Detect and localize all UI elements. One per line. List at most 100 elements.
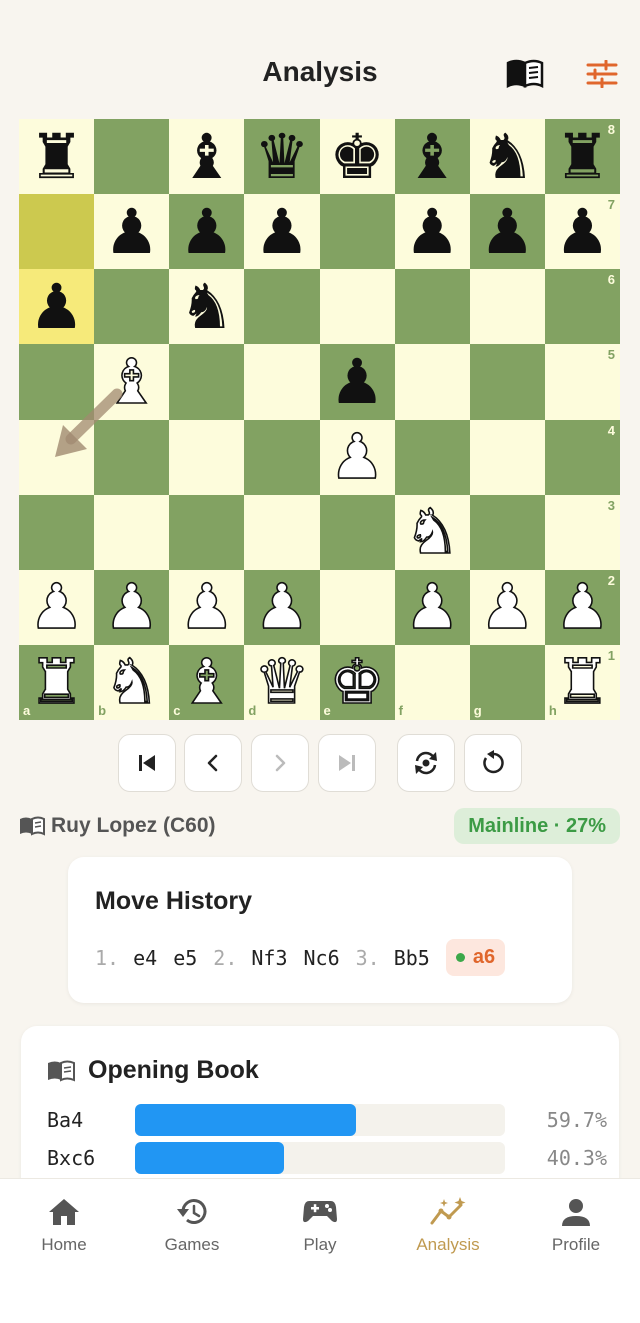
white-pawn-icon[interactable]: ♟ (178, 575, 235, 639)
reset-button[interactable] (464, 734, 522, 792)
white-pawn-icon[interactable]: ♟ (404, 575, 461, 639)
move[interactable]: Nc6 (304, 946, 340, 970)
prev-move-button[interactable] (184, 734, 242, 792)
nav-analysis[interactable]: Analysis (384, 1179, 512, 1269)
last-move-button[interactable] (318, 734, 376, 792)
move[interactable]: e4 (133, 946, 157, 970)
square-b4[interactable] (94, 419, 170, 495)
square-d1[interactable]: ♛ d (244, 644, 320, 720)
square-e1[interactable]: ♚ e (319, 644, 395, 720)
white-pawn-icon[interactable]: ♟ (253, 575, 310, 639)
move[interactable]: Nf3 (251, 946, 287, 970)
square-f7[interactable]: ♟ (394, 194, 470, 270)
square-d2[interactable]: ♟ (244, 569, 320, 645)
square-g5[interactable] (469, 344, 545, 420)
square-a2[interactable]: ♟ (19, 569, 95, 645)
square-b2[interactable]: ♟ (94, 569, 170, 645)
black-pawn-icon[interactable]: ♟ (555, 200, 611, 263)
square-e6[interactable] (319, 269, 395, 345)
black-queen-icon[interactable]: ♛ (254, 125, 310, 188)
square-g1[interactable]: g (469, 644, 545, 720)
square-a3[interactable] (19, 494, 95, 570)
next-move-button[interactable] (251, 734, 309, 792)
square-b7[interactable]: ♟ (94, 194, 170, 270)
current-move[interactable]: a6 (445, 939, 506, 976)
square-c1[interactable]: ♝ c (169, 644, 245, 720)
square-h1[interactable]: ♜ 1 h (544, 644, 620, 720)
black-bishop-icon[interactable]: ♝ (179, 125, 235, 188)
square-h5[interactable]: 5 (544, 344, 620, 420)
square-f3[interactable]: ♞ (394, 494, 470, 570)
black-pawn-icon[interactable]: ♟ (179, 200, 235, 263)
black-knight-icon[interactable]: ♞ (179, 275, 235, 338)
black-pawn-icon[interactable]: ♟ (254, 200, 310, 263)
black-pawn-icon[interactable]: ♟ (329, 350, 385, 413)
move[interactable]: e5 (173, 946, 197, 970)
square-e2[interactable] (319, 569, 395, 645)
square-g3[interactable] (469, 494, 545, 570)
square-e8[interactable]: ♚ (319, 119, 395, 195)
black-knight-icon[interactable]: ♞ (480, 125, 536, 188)
first-move-button[interactable] (118, 734, 176, 792)
nav-profile[interactable]: Profile (512, 1179, 640, 1269)
nav-home[interactable]: Home (0, 1179, 128, 1269)
square-g6[interactable] (469, 269, 545, 345)
square-d5[interactable] (244, 344, 320, 420)
square-a4[interactable] (19, 419, 95, 495)
square-e7[interactable] (319, 194, 395, 270)
square-c3[interactable] (169, 494, 245, 570)
square-d3[interactable] (244, 494, 320, 570)
square-e3[interactable] (319, 494, 395, 570)
square-f2[interactable]: ♟ (394, 569, 470, 645)
square-b3[interactable] (94, 494, 170, 570)
white-knight-icon[interactable]: ♞ (404, 500, 461, 564)
square-a6[interactable]: ♟ (19, 269, 95, 345)
square-f8[interactable]: ♝ (394, 119, 470, 195)
flip-board-button[interactable] (397, 734, 455, 792)
square-c7[interactable]: ♟ (169, 194, 245, 270)
square-a5[interactable] (19, 344, 95, 420)
black-bishop-icon[interactable]: ♝ (404, 125, 460, 188)
square-c5[interactable] (169, 344, 245, 420)
move[interactable]: Bb5 (394, 946, 430, 970)
sliders-icon[interactable] (582, 54, 622, 94)
square-b1[interactable]: ♞ b (94, 644, 170, 720)
white-pawn-icon[interactable]: ♟ (479, 575, 536, 639)
square-h2[interactable]: ♟ 2 (544, 569, 620, 645)
square-d6[interactable] (244, 269, 320, 345)
black-rook-icon[interactable]: ♜ (29, 125, 85, 188)
square-b8[interactable] (94, 119, 170, 195)
square-f5[interactable] (394, 344, 470, 420)
square-g7[interactable]: ♟ (469, 194, 545, 270)
white-king-icon[interactable]: ♚ (328, 650, 385, 714)
nav-play[interactable]: Play (256, 1179, 384, 1269)
square-d8[interactable]: ♛ (244, 119, 320, 195)
white-pawn-icon[interactable]: ♟ (554, 575, 611, 639)
square-e5[interactable]: ♟ (319, 344, 395, 420)
chess-board[interactable]: ♜ ♝ ♛ ♚ ♝ ♞ ♜ 8 ♟ ♟ ♟ ♟ ♟ ♟ 7 ♟ ♞ 6 ♝ ♟ 5 ♟ 4 ♞ 3 ♟ ♟ ♟ ♟ ♟ ♟ ♟ 2 ♜ a ♞ b ♝ c ♛… (19, 119, 620, 720)
square-b5[interactable]: ♝ (94, 344, 170, 420)
square-a1[interactable]: ♜ a (19, 644, 95, 720)
white-queen-icon[interactable]: ♛ (253, 650, 310, 714)
white-bishop-icon[interactable]: ♝ (103, 350, 160, 414)
square-a7[interactable] (19, 194, 95, 270)
square-a8[interactable]: ♜ (19, 119, 95, 195)
square-e4[interactable]: ♟ (319, 419, 395, 495)
black-rook-icon[interactable]: ♜ (555, 125, 611, 188)
square-f6[interactable] (394, 269, 470, 345)
square-h7[interactable]: ♟ 7 (544, 194, 620, 270)
square-d4[interactable] (244, 419, 320, 495)
black-pawn-icon[interactable]: ♟ (29, 275, 85, 338)
book-row[interactable]: Ba4 59.7% (47, 1104, 607, 1136)
square-c6[interactable]: ♞ (169, 269, 245, 345)
white-rook-icon[interactable]: ♜ (28, 650, 85, 714)
square-h8[interactable]: ♜ 8 (544, 119, 620, 195)
square-f1[interactable]: f (394, 644, 470, 720)
square-c2[interactable]: ♟ (169, 569, 245, 645)
square-g4[interactable] (469, 419, 545, 495)
square-h6[interactable]: 6 (544, 269, 620, 345)
square-g2[interactable]: ♟ (469, 569, 545, 645)
square-f4[interactable] (394, 419, 470, 495)
black-pawn-icon[interactable]: ♟ (480, 200, 536, 263)
square-c8[interactable]: ♝ (169, 119, 245, 195)
